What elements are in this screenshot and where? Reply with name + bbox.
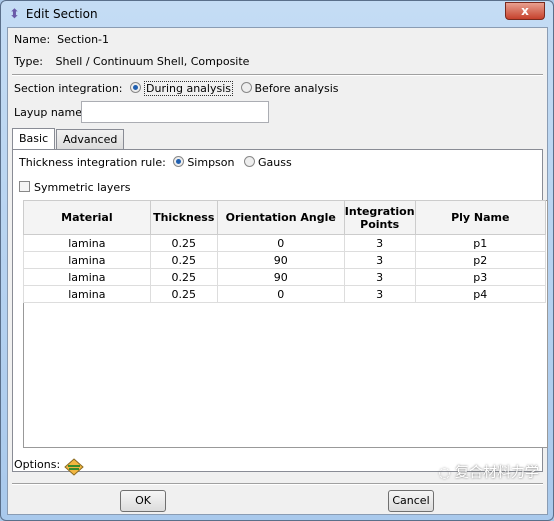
table-cell[interactable]: 3 — [343, 234, 416, 252]
table-cell[interactable]: 90 — [216, 251, 345, 269]
table-cell[interactable]: 3 — [343, 285, 416, 303]
table-cell[interactable]: p2 — [414, 251, 547, 269]
table-row[interactable]: lamina 0.25 0 3 p1 — [23, 234, 547, 252]
app-icon: ⬍ — [9, 6, 20, 22]
radio-label: Simpson — [187, 156, 235, 169]
table-cell[interactable]: 3 — [343, 268, 416, 286]
radio-label: During analysis — [144, 81, 234, 96]
table-cell[interactable]: 90 — [216, 268, 345, 286]
options-label: Options: — [14, 458, 61, 471]
divider — [12, 483, 543, 485]
table-cell[interactable]: lamina — [23, 285, 151, 303]
table-cell[interactable]: 0 — [216, 234, 345, 252]
radio-icon — [240, 82, 252, 93]
name-label: Name: — [14, 33, 51, 46]
dialog-body: Name: Section-1 Type: Shell / Continuum … — [7, 27, 548, 515]
type-value: Shell / Continuum Shell, Composite — [55, 55, 250, 68]
section-integration-label: Section integration: — [14, 82, 123, 95]
layup-name-input[interactable] — [81, 101, 269, 123]
symmetric-layers-checkbox[interactable]: Symmetric layers — [19, 181, 130, 194]
divider — [12, 74, 543, 76]
table-cell[interactable]: 0.25 — [149, 268, 218, 286]
table-cell[interactable]: 0.25 — [149, 251, 218, 269]
table-cell[interactable]: 0 — [216, 285, 345, 303]
checkbox-label: Symmetric layers — [34, 181, 131, 194]
column-header[interactable]: Material — [23, 200, 151, 235]
ok-button[interactable]: OK — [120, 490, 166, 512]
tab-basic[interactable]: Basic — [12, 128, 56, 150]
window-title: Edit Section — [25, 7, 98, 21]
radio-label: Gauss — [257, 156, 292, 169]
table-cell[interactable]: lamina — [23, 251, 151, 269]
name-row: Name: Section-1 — [14, 33, 109, 46]
column-header[interactable]: Thickness — [149, 200, 218, 235]
radio-before-analysis[interactable]: Before analysis — [240, 82, 339, 95]
radio-icon — [130, 82, 141, 93]
radio-label: Before analysis — [254, 82, 339, 95]
close-button[interactable]: x — [505, 2, 545, 20]
table-cell[interactable]: 0.25 — [149, 234, 218, 252]
edit-section-dialog: ⬍ Edit Section x Name: Section-1 Type: S… — [0, 0, 554, 521]
layup-name-label: Layup name: — [14, 106, 86, 119]
radio-icon — [243, 156, 255, 167]
checkbox-icon — [19, 181, 30, 192]
layers-diamond-icon[interactable] — [64, 458, 84, 476]
name-value: Section-1 — [57, 33, 110, 46]
radio-during-analysis[interactable]: During analysis — [130, 81, 234, 96]
thickness-rule-label: Thickness integration rule: — [19, 156, 166, 169]
column-header[interactable]: Ply Name — [414, 200, 547, 235]
column-header[interactable]: Integration Points — [343, 200, 416, 235]
type-label: Type: — [14, 55, 43, 68]
table-row[interactable]: lamina 0.25 90 3 p3 — [23, 268, 547, 286]
radio-gauss[interactable]: Gauss — [243, 156, 292, 169]
column-header[interactable]: Orientation Angle — [216, 200, 345, 235]
table-row[interactable]: lamina 0.25 90 3 p2 — [23, 251, 547, 269]
radio-icon — [173, 156, 185, 167]
cancel-button[interactable]: Cancel — [388, 490, 434, 512]
watermark-text: 复合材料力学 — [455, 465, 539, 481]
section-integration-row: Section integration: During analysis Bef… — [14, 81, 339, 96]
table-cell[interactable]: 0.25 — [149, 285, 218, 303]
table-cell[interactable]: lamina — [23, 268, 151, 286]
title-bar: ⬍ Edit Section — [9, 5, 98, 23]
table-cell[interactable]: p4 — [414, 285, 547, 303]
table-cell[interactable]: p1 — [414, 234, 547, 252]
type-row: Type: Shell / Continuum Shell, Composite — [14, 55, 249, 68]
table-cell[interactable]: lamina — [23, 234, 151, 252]
radio-simpson[interactable]: Simpson — [173, 156, 234, 169]
table-cell[interactable]: 3 — [343, 251, 416, 269]
thickness-rule-row: Thickness integration rule: Simpson Gaus… — [19, 156, 292, 169]
basic-tab-panel: Thickness integration rule: Simpson Gaus… — [12, 149, 548, 472]
watermark: ◌ 复合材料力学 — [438, 465, 539, 481]
ply-table: Material Thickness Orientation Angle Integr… — [23, 200, 547, 303]
tab-advanced[interactable]: Advanced — [56, 129, 125, 149]
table-row[interactable]: lamina 0.25 0 3 p4 — [23, 285, 547, 303]
table-cell[interactable]: p3 — [414, 268, 547, 286]
